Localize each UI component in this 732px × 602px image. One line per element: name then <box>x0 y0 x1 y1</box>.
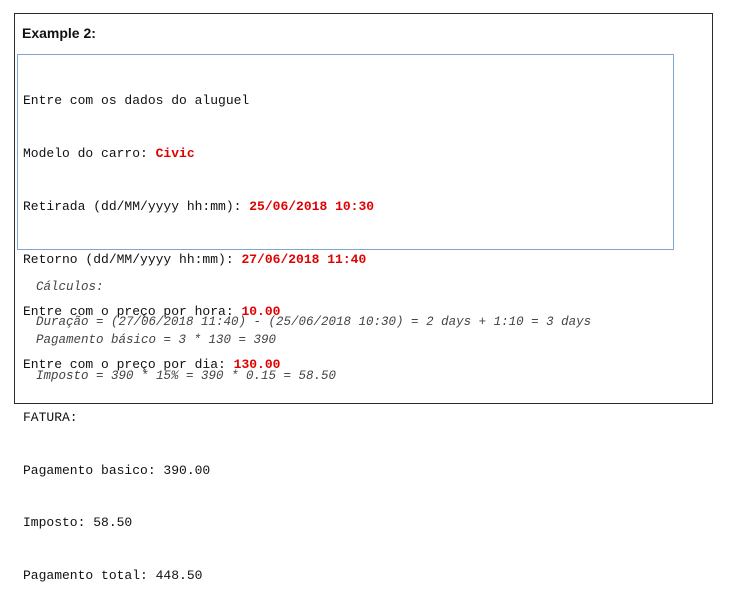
retirada-input-value: 25/06/2018 10:30 <box>249 198 375 214</box>
calculos-title: Cálculos: <box>36 280 104 294</box>
console-line-retirada: Retirada (dd/MM/yyyy hh:mm): 25/06/2018 … <box>23 198 668 216</box>
retorno-input-value: 27/06/2018 11:40 <box>241 251 367 267</box>
console-line-modelo: Modelo do carro: Civic <box>23 145 668 163</box>
modelo-label: Modelo do carro: <box>23 145 156 161</box>
calculo-imposto: Imposto = 390 * 15% = 390 * 0.15 = 58.50 <box>36 369 337 383</box>
example-heading: Example 2: <box>22 25 96 41</box>
retirada-label: Retirada (dd/MM/yyyy hh:mm): <box>23 198 250 214</box>
console-output: Entre com os dados do aluguel Modelo do … <box>17 54 674 583</box>
console-line-intro: Entre com os dados do aluguel <box>23 93 250 109</box>
console-line-fatura: FATURA: <box>23 409 78 425</box>
retorno-label: Retorno (dd/MM/yyyy hh:mm): <box>23 251 242 267</box>
console-line-pagamento-total: Pagamento total: 448.50 <box>23 568 203 584</box>
console-line-retorno: Retorno (dd/MM/yyyy hh:mm): 27/06/2018 1… <box>23 251 668 269</box>
calculo-pagamento-basico: Pagamento básico = 3 * 130 = 390 <box>36 333 277 347</box>
console-line-pagamento-basico: Pagamento basico: 390.00 <box>23 462 211 478</box>
console-line-imposto: Imposto: 58.50 <box>23 515 133 531</box>
modelo-input-value: Civic <box>155 145 195 161</box>
calculo-duracao: Duração = (27/06/2018 11:40) - (25/06/20… <box>36 315 592 329</box>
